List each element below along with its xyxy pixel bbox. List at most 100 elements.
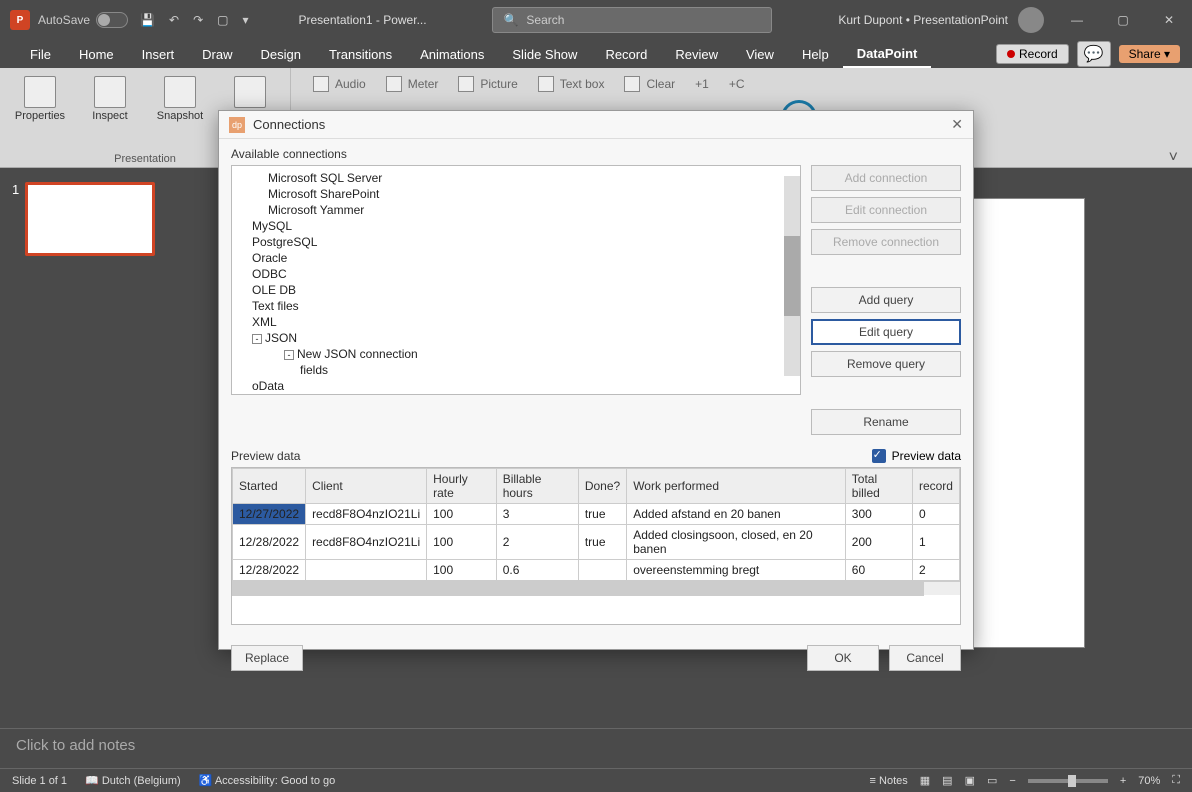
- dialog-close-button[interactable]: ✕: [951, 116, 963, 133]
- tab-draw[interactable]: Draw: [188, 40, 246, 68]
- dialog-titlebar[interactable]: dp Connections ✕: [219, 111, 973, 139]
- tree-item[interactable]: ODBC: [240, 266, 792, 282]
- table-row[interactable]: 12/28/2022recd8F8O4nzIO21Li1002trueAdded…: [233, 525, 960, 560]
- tree-item[interactable]: MySQL: [240, 218, 792, 234]
- notes-pane[interactable]: Click to add notes: [0, 728, 1192, 768]
- textbox-icon: [538, 76, 554, 92]
- share-button[interactable]: Share ▾: [1119, 45, 1180, 63]
- zoom-in-button[interactable]: +: [1120, 775, 1126, 787]
- textbox-button[interactable]: Text box: [528, 72, 615, 96]
- tree-item[interactable]: fields: [240, 362, 792, 378]
- tab-view[interactable]: View: [732, 40, 788, 68]
- preview-data-checkbox[interactable]: Preview data: [872, 449, 961, 463]
- edit-connection-button[interactable]: Edit connection: [811, 197, 961, 223]
- zoom-slider[interactable]: [1028, 779, 1108, 783]
- tab-file[interactable]: File: [16, 40, 65, 68]
- user-name[interactable]: Kurt Dupont • PresentationPoint: [838, 13, 1008, 27]
- remove-connection-button[interactable]: Remove connection: [811, 229, 961, 255]
- autosave-toggle[interactable]: AutoSave: [38, 12, 128, 28]
- tree-item[interactable]: Oracle: [240, 250, 792, 266]
- table-row[interactable]: 12/28/20221000.6overeenstemming bregt602: [233, 560, 960, 581]
- add-query-button[interactable]: Add query: [811, 287, 961, 313]
- slide-thumbnail-1[interactable]: [25, 182, 155, 256]
- fit-window-button[interactable]: ⛶: [1172, 774, 1180, 787]
- minimize-button[interactable]: —: [1054, 0, 1100, 40]
- tab-transitions[interactable]: Transitions: [315, 40, 406, 68]
- save-icon[interactable]: 💾: [140, 13, 155, 27]
- preview-grid[interactable]: StartedClientHourly rateBillable hoursDo…: [231, 467, 961, 625]
- zoom-value[interactable]: 70%: [1138, 775, 1160, 787]
- grid-h-scrollbar[interactable]: [232, 581, 960, 595]
- tab-slideshow[interactable]: Slide Show: [498, 40, 591, 68]
- edit-query-button[interactable]: Edit query: [811, 319, 961, 345]
- picture-button[interactable]: Picture: [448, 72, 527, 96]
- record-button[interactable]: Record: [996, 44, 1069, 64]
- notes-toggle[interactable]: ≡ Notes: [870, 775, 908, 787]
- language-status[interactable]: 📖 Dutch (Belgium): [85, 774, 181, 787]
- tree-item[interactable]: XML: [240, 314, 792, 330]
- audio-icon: [313, 76, 329, 92]
- tree-item[interactable]: -New JSON connection: [240, 346, 792, 362]
- audio-button[interactable]: Audio: [303, 72, 376, 96]
- view-reading-icon[interactable]: ▣: [965, 774, 975, 787]
- grid-header[interactable]: Started: [233, 469, 306, 504]
- view-slideshow-icon[interactable]: ▭: [987, 774, 997, 787]
- accessibility-status[interactable]: ♿ Accessibility: Good to go: [199, 774, 336, 787]
- close-button[interactable]: ✕: [1146, 0, 1192, 40]
- tab-insert[interactable]: Insert: [128, 40, 189, 68]
- toggle-switch[interactable]: [96, 12, 128, 28]
- tree-item[interactable]: Microsoft Yammer: [240, 202, 792, 218]
- tree-item[interactable]: Text files: [240, 298, 792, 314]
- tab-home[interactable]: Home: [65, 40, 128, 68]
- grid-header[interactable]: Billable hours: [496, 469, 578, 504]
- tab-design[interactable]: Design: [247, 40, 315, 68]
- zoom-out-button[interactable]: −: [1009, 775, 1015, 787]
- tab-record[interactable]: Record: [591, 40, 661, 68]
- qat-more-icon[interactable]: ▾: [242, 13, 248, 27]
- tab-animations[interactable]: Animations: [406, 40, 498, 68]
- tree-item[interactable]: PostgreSQL: [240, 234, 792, 250]
- tree-item[interactable]: OLE DB: [240, 282, 792, 298]
- add-connection-button[interactable]: Add connection: [811, 165, 961, 191]
- table-row[interactable]: 12/27/2022recd8F8O4nzIO21Li1003trueAdded…: [233, 504, 960, 525]
- clear-button[interactable]: Clear: [614, 72, 685, 96]
- grid-header[interactable]: Work performed: [627, 469, 846, 504]
- tree-toggle-icon[interactable]: -: [284, 350, 294, 360]
- tree-scrollbar[interactable]: [784, 176, 800, 376]
- tree-item[interactable]: -JSON: [240, 330, 792, 346]
- present-icon[interactable]: ▢: [217, 13, 228, 27]
- properties-button[interactable]: Properties: [12, 76, 68, 122]
- tree-item[interactable]: Microsoft SharePoint: [240, 186, 792, 202]
- grid-header[interactable]: Client: [306, 469, 427, 504]
- comments-button[interactable]: 💬: [1077, 41, 1111, 67]
- replace-button[interactable]: Replace: [231, 645, 303, 671]
- connections-tree[interactable]: Microsoft SQL ServerMicrosoft SharePoint…: [231, 165, 801, 395]
- cancel-button[interactable]: Cancel: [889, 645, 961, 671]
- view-sorter-icon[interactable]: ▤: [942, 774, 952, 787]
- tree-item[interactable]: oData: [240, 378, 792, 394]
- search-input[interactable]: 🔍 Search: [492, 7, 772, 33]
- grid-header[interactable]: Total billed: [845, 469, 912, 504]
- maximize-button[interactable]: ▢: [1100, 0, 1146, 40]
- tab-help[interactable]: Help: [788, 40, 843, 68]
- rename-button[interactable]: Rename: [811, 409, 961, 435]
- view-normal-icon[interactable]: ▦: [920, 774, 930, 787]
- plus1-button[interactable]: +1: [685, 72, 719, 96]
- meter-button[interactable]: Meter: [376, 72, 449, 96]
- grid-header[interactable]: Done?: [578, 469, 626, 504]
- ribbon-collapse-button[interactable]: ˅: [1155, 68, 1192, 167]
- ok-button[interactable]: OK: [807, 645, 879, 671]
- snapshot-button[interactable]: Snapshot: [152, 76, 208, 122]
- undo-icon[interactable]: ↶: [169, 13, 179, 27]
- tab-review[interactable]: Review: [661, 40, 732, 68]
- redo-icon[interactable]: ↷: [193, 13, 203, 27]
- avatar[interactable]: [1018, 7, 1044, 33]
- grid-header[interactable]: record: [912, 469, 959, 504]
- inspect-button[interactable]: Inspect: [82, 76, 138, 122]
- plusc-button[interactable]: +C: [719, 72, 755, 96]
- remove-query-button[interactable]: Remove query: [811, 351, 961, 377]
- tab-datapoint[interactable]: DataPoint: [843, 40, 932, 68]
- tree-item[interactable]: Microsoft SQL Server: [240, 170, 792, 186]
- tree-toggle-icon[interactable]: -: [252, 334, 262, 344]
- grid-header[interactable]: Hourly rate: [427, 469, 497, 504]
